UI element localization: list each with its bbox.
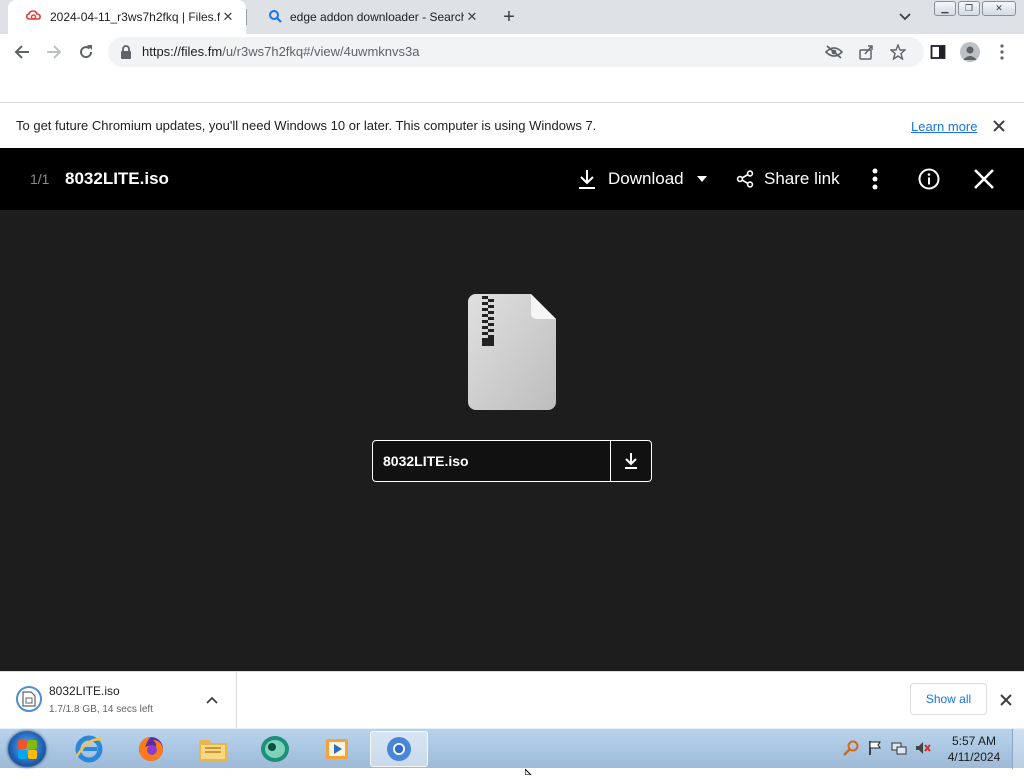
download-progress-icon — [16, 686, 42, 712]
search-tray-icon[interactable] — [842, 739, 860, 757]
eye-slash-icon[interactable] — [824, 42, 844, 62]
windows-taskbar: 5:57 AM 4/11/2024 — [0, 728, 1024, 769]
archive-file-icon — [467, 294, 557, 410]
window-controls: ▁ ❐ ✕ — [934, 1, 1016, 16]
viewer-filename: 8032LITE.iso — [65, 169, 169, 188]
unknown-app-icon — [261, 736, 289, 762]
download-button[interactable]: Download — [576, 161, 708, 197]
clock-time: 5:57 AM — [951, 734, 997, 748]
taskbar-internet-explorer[interactable] — [60, 731, 118, 767]
lock-icon[interactable] — [120, 45, 132, 64]
file-explorer-icon — [199, 740, 227, 761]
tab-search[interactable]: edge addon downloader - Search ✕ — [250, 0, 490, 34]
url-prefix: https:// — [142, 44, 182, 59]
windows-logo-icon — [18, 740, 27, 749]
file-viewer: 1/1 8032LITE.iso Download Share link 803… — [0, 148, 1024, 671]
close-infobar-icon[interactable] — [990, 117, 1008, 135]
new-tab-button[interactable]: + — [497, 5, 521, 29]
browser-toolbar: https://files.fm/u/r3ws7h2fkq#/view/4uwm… — [0, 34, 1024, 70]
show-desktop-button[interactable] — [1012, 729, 1024, 769]
menu-button[interactable] — [988, 38, 1016, 66]
download-icon — [579, 170, 595, 189]
windows-logo-quad — [28, 750, 37, 759]
taskbar-media-player[interactable] — [308, 731, 366, 767]
url-host: files.fm — [181, 44, 223, 59]
media-player-icon — [326, 739, 348, 759]
tab-title: edge addon downloader - Search — [290, 10, 464, 24]
share-link-label: Share link — [764, 169, 840, 188]
avatar — [960, 42, 980, 62]
close-shelf-icon[interactable] — [997, 691, 1015, 709]
start-button[interactable] — [8, 731, 46, 767]
side-panel-button[interactable] — [924, 38, 952, 66]
info-message: To get future Chromium updates, you'll n… — [16, 118, 597, 133]
update-info-bar: To get future Chromium updates, you'll n… — [0, 102, 1024, 148]
firefox-icon — [139, 737, 163, 761]
download-icon — [625, 453, 637, 469]
file-box-name: 8032LITE.iso — [383, 453, 469, 469]
caret-down-icon — [696, 176, 707, 182]
back-button[interactable] — [8, 38, 36, 66]
star-icon[interactable] — [888, 42, 908, 62]
files-fm-logo-icon — [25, 9, 42, 26]
forward-button[interactable] — [40, 38, 68, 66]
show-all-button[interactable]: Show all — [910, 683, 987, 715]
share-icon[interactable] — [856, 42, 876, 62]
taskbar-unknown-app[interactable] — [246, 731, 304, 767]
more-vertical-icon — [1000, 44, 1004, 60]
info-icon — [918, 168, 940, 190]
url-text: https://files.fm/u/r3ws7h2fkq#/view/4uwm… — [142, 44, 419, 59]
windows-logo-quad — [28, 740, 37, 749]
download-filename: 8032LITE.iso — [49, 684, 120, 698]
share-link-button[interactable]: Share link — [736, 161, 840, 197]
download-item[interactable]: 8032LITE.iso 1.7/1.8 GB, 14 secs left — [0, 672, 237, 728]
download-shelf: 8032LITE.iso 1.7/1.8 GB, 14 secs left Sh… — [0, 671, 1024, 728]
tab-files-fm[interactable]: 2024-04-11_r3ws7h2fkq | Files.fm ✕ — [8, 0, 246, 34]
file-counter: 1/1 — [30, 171, 50, 187]
side-panel-icon — [930, 45, 946, 59]
reload-icon — [80, 45, 93, 59]
download-label: Download — [608, 169, 684, 188]
tab-divider — [246, 9, 247, 25]
volume-muted-icon[interactable] — [914, 739, 932, 757]
chevron-up-icon[interactable] — [204, 692, 220, 708]
back-arrow-icon — [14, 45, 29, 59]
minimize-button[interactable]: ▁ — [934, 1, 956, 16]
taskbar-file-explorer[interactable] — [184, 731, 242, 767]
close-window-button[interactable]: ✕ — [982, 1, 1016, 16]
learn-more-link[interactable]: Learn more — [911, 119, 977, 134]
taskbar-firefox[interactable] — [122, 731, 180, 767]
system-clock[interactable]: 5:57 AM 4/11/2024 — [944, 733, 1004, 765]
close-tab-icon[interactable]: ✕ — [220, 9, 236, 25]
file-name-box: 8032LITE.iso — [372, 440, 652, 482]
viewer-header: 1/1 8032LITE.iso Download Share link — [0, 148, 1024, 210]
internet-explorer-icon — [75, 735, 103, 763]
download-status: 1.7/1.8 GB, 14 secs left — [49, 704, 153, 715]
action-center-flag-icon[interactable] — [866, 739, 884, 757]
url-path: /u/r3ws7h2fkq#/view/4uwmknvs3a — [222, 44, 420, 59]
reload-button[interactable] — [72, 38, 100, 66]
windows-logo-quad — [18, 750, 27, 759]
network-icon[interactable] — [890, 739, 908, 757]
chromium-icon — [387, 737, 411, 761]
close-viewer-button[interactable] — [969, 164, 999, 194]
tab-title: 2024-04-11_r3ws7h2fkq | Files.fm — [50, 10, 220, 24]
forward-arrow-icon — [47, 45, 62, 59]
info-button[interactable] — [914, 164, 944, 194]
taskbar-chromium[interactable] — [370, 731, 428, 767]
address-bar[interactable]: https://files.fm/u/r3ws7h2fkq#/view/4uwm… — [108, 37, 924, 67]
clock-date: 4/11/2024 — [947, 750, 1001, 764]
close-tab-icon[interactable]: ✕ — [464, 9, 480, 25]
more-vertical-icon — [872, 168, 878, 190]
profile-button[interactable] — [956, 38, 984, 66]
mouse-cursor-icon — [524, 762, 533, 780]
file-download-button[interactable] — [610, 441, 651, 481]
more-options-button[interactable] — [860, 164, 890, 194]
tab-search-chevron-icon[interactable] — [894, 7, 916, 27]
tab-strip: 2024-04-11_r3ws7h2fkq | Files.fm ✕ edge … — [0, 0, 1024, 34]
restore-button[interactable]: ❐ — [958, 1, 980, 16]
share-nodes-icon — [736, 170, 754, 188]
close-icon — [974, 169, 994, 189]
search-icon — [268, 9, 282, 26]
